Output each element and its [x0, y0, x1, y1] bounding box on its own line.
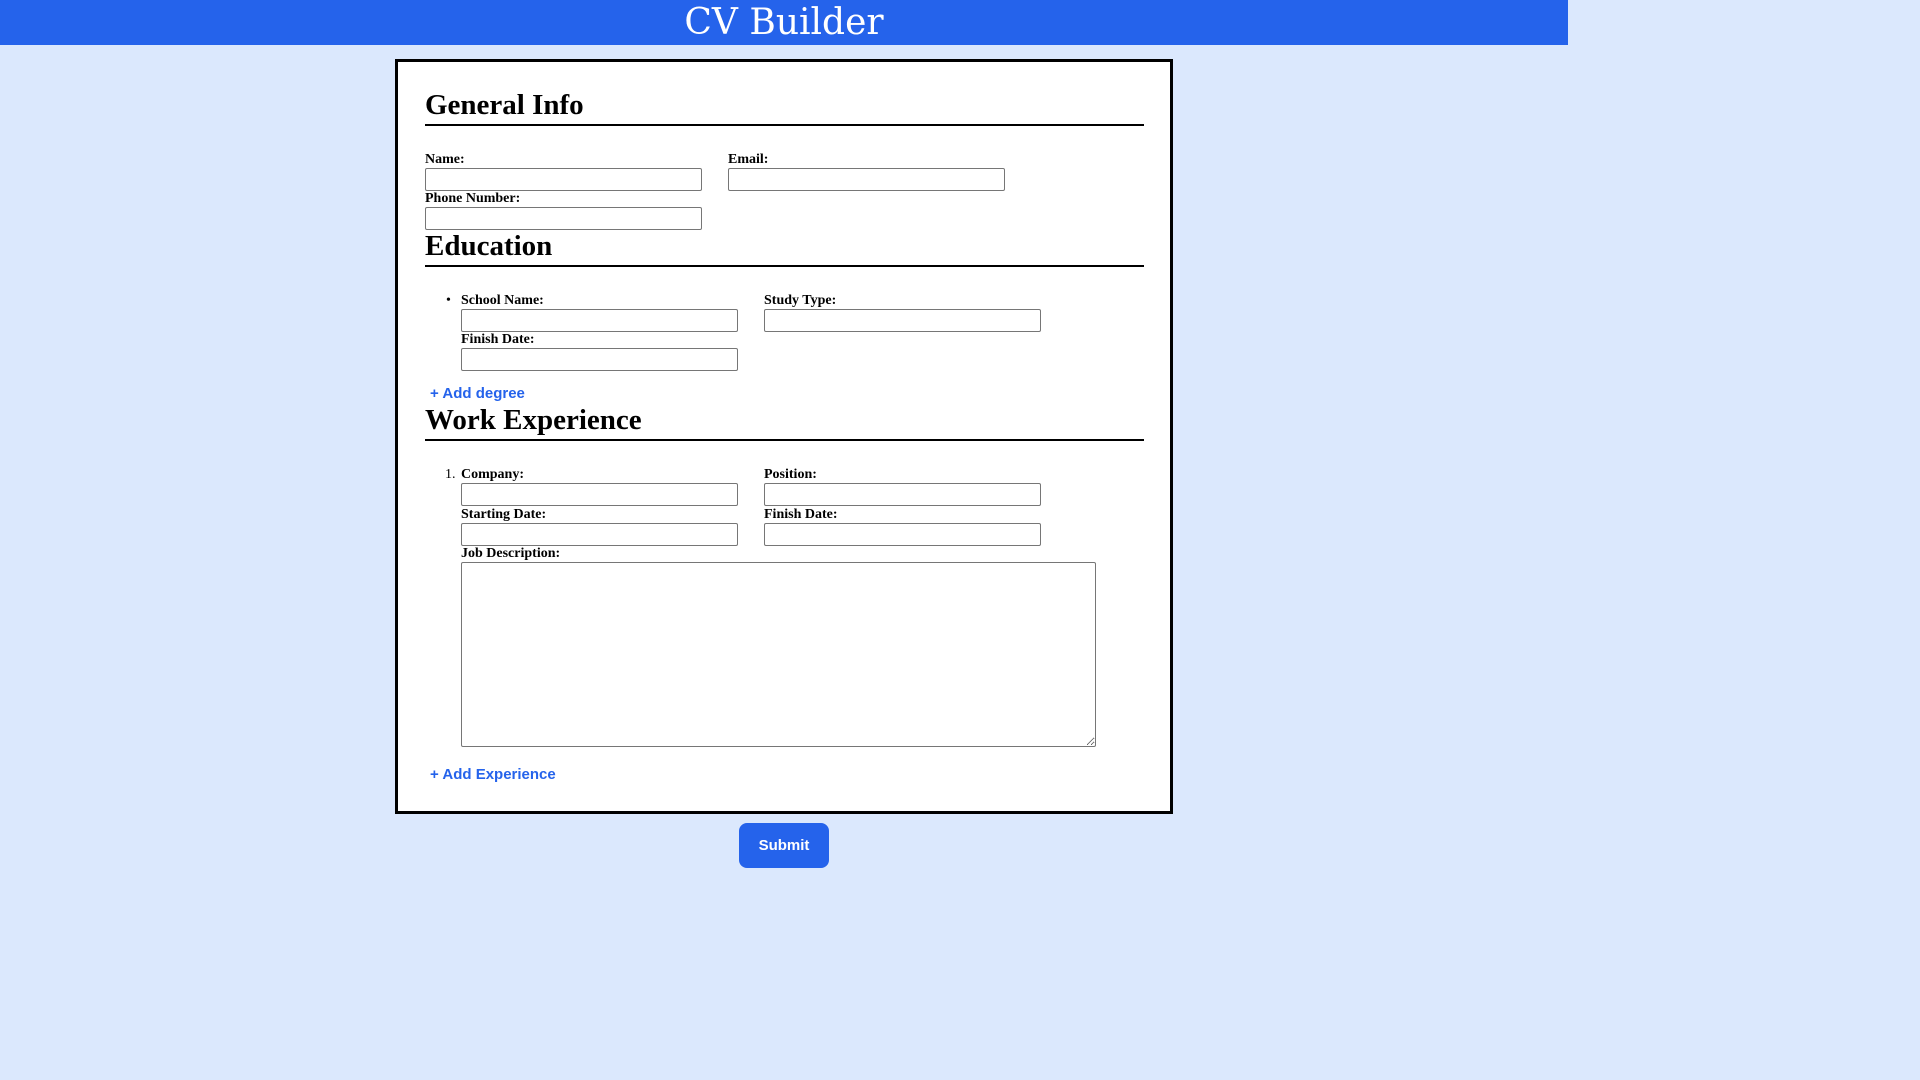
- email-input[interactable]: [728, 168, 1005, 191]
- position-input[interactable]: [764, 483, 1041, 506]
- education-title: Education: [425, 229, 1144, 267]
- name-label: Name:: [425, 152, 465, 167]
- starting-date-label: Starting Date:: [461, 507, 547, 522]
- study-type-label: Study Type:: [764, 293, 837, 308]
- add-degree-button[interactable]: + Add degree: [430, 385, 525, 403]
- work-experience-title: Work Experience: [425, 403, 1144, 441]
- name-input[interactable]: [425, 168, 702, 191]
- general-info-title: General Info: [425, 88, 1144, 126]
- job-description-textarea[interactable]: [461, 562, 1096, 747]
- submit-button[interactable]: Submit: [739, 823, 829, 868]
- company-label: Company:: [461, 467, 525, 482]
- starting-date-input[interactable]: [461, 523, 738, 546]
- email-label: Email:: [728, 152, 769, 167]
- education-finish-date-label: Finish Date:: [461, 332, 535, 347]
- company-input[interactable]: [461, 483, 738, 506]
- app-header: CV Builder: [0, 0, 1568, 45]
- school-name-input[interactable]: [461, 309, 738, 332]
- phone-label: Phone Number:: [425, 191, 521, 206]
- work-finish-date-label: Finish Date:: [764, 507, 838, 522]
- position-label: Position:: [764, 467, 817, 482]
- add-experience-button[interactable]: + Add Experience: [430, 766, 556, 784]
- education-finish-date-input[interactable]: [461, 348, 738, 371]
- app-title: CV Builder: [684, 2, 884, 43]
- work-finish-date-input[interactable]: [764, 523, 1041, 546]
- cv-form: General Info Name: Email: Phone Number: …: [395, 59, 1173, 814]
- school-name-label: School Name:: [461, 293, 544, 308]
- phone-input[interactable]: [425, 207, 702, 230]
- study-type-input[interactable]: [764, 309, 1041, 332]
- job-description-label: Job Description:: [461, 546, 561, 561]
- work-item-number: 1.: [445, 467, 456, 482]
- education-bullet: •: [446, 293, 451, 308]
